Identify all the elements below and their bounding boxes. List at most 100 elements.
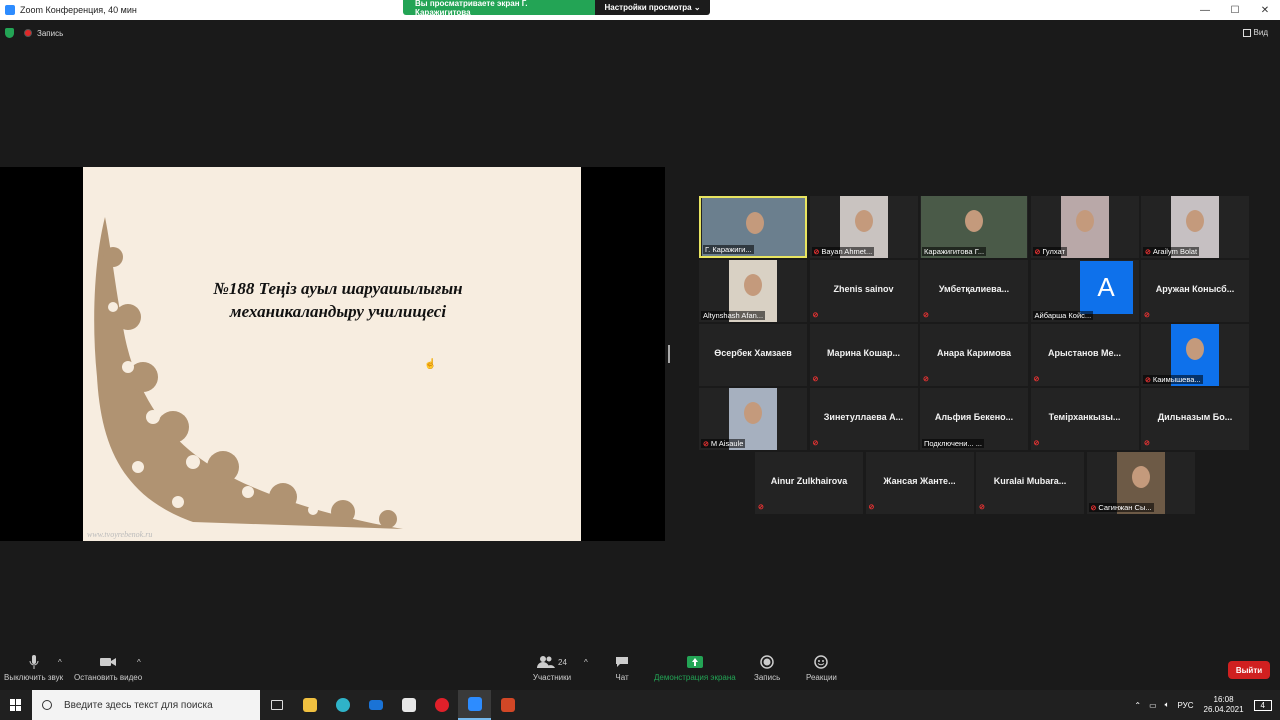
participant-name: Темірханкызы... [1048,412,1121,422]
participant-tile[interactable]: Kuralai Mubara... ⊘ [976,452,1084,514]
participants-caret-icon[interactable]: ^ [584,658,588,667]
participant-tile[interactable]: Марина Кошар... ⊘ [809,324,918,386]
participant-name: Ainur Zulkhairova [770,476,848,486]
participant-tile[interactable]: Каражигитова Г... [920,196,1028,258]
participant-tile[interactable]: ⊘ Arailym Bolat [1141,196,1249,258]
participant-name: Аружан Конысб... [1155,284,1235,294]
participant-name: Өсербек Хамзаев [714,348,792,358]
ornament-decoration [94,217,404,529]
record-button[interactable]: Запись [754,654,780,682]
opera-browser-icon[interactable] [425,690,458,720]
clock[interactable]: 16:08 26.04.2021 [1204,695,1244,715]
participants-label: Участники [532,673,572,682]
participant-tile[interactable]: ⊘ Bayan Ahmet... [809,196,918,258]
participant-tile[interactable]: Зинетуллаева А... ⊘ [809,388,918,450]
store-icon[interactable] [392,690,425,720]
chat-button[interactable]: Чат [614,654,630,682]
slide-watermark: www.tvoyrebenok.ru [87,530,153,539]
recording-label: Запись [37,28,64,38]
panel-splitter[interactable] [668,345,670,363]
participant-caption: Г. Каражиги... [703,245,754,254]
mute-button[interactable]: Выключить звук [4,654,63,682]
participant-caption: ⊘ Гулхат [1032,247,1068,256]
edge-browser-icon[interactable] [326,690,359,720]
task-view-icon[interactable] [260,690,293,720]
participant-tile[interactable]: A Айбарша Койс... [1030,260,1139,322]
participant-tile[interactable]: Altynshash Afan... [699,260,807,322]
leave-button[interactable]: Выйти [1228,661,1270,679]
share-screen-icon [686,654,703,670]
participant-tile[interactable]: Өсербек Хамзаев [699,324,807,386]
participant-face [854,210,873,232]
view-options-button[interactable]: Настройки просмотра ⌄ [595,0,710,15]
participant-tile[interactable]: Жансая Жанте... ⊘ [865,452,974,514]
share-screen-label: Демонстрация экрана [654,673,736,682]
zoom-taskbar-icon[interactable] [458,690,491,720]
muted-mic-icon: ⊘ [1033,440,1040,447]
network-icon[interactable]: ▭ [1149,701,1157,710]
shared-screen[interactable]: №188 Теңіз ауыл шаруашылығын механикалан… [0,167,665,541]
powerpoint-icon[interactable] [491,690,524,720]
muted-mic-icon: ⊘ [813,248,820,256]
muted-mic-icon: ⊘ [812,376,819,383]
record-label: Запись [754,673,781,682]
participant-tile[interactable]: Арыстанов Ме... ⊘ [1030,324,1139,386]
muted-mic-icon: ⊘ [758,504,764,511]
participant-caption-text: Bayan Ahmet... [821,247,873,256]
minimize-button[interactable]: — [1190,0,1220,20]
participant-caption: ⊘ Arailym Bolat [1143,247,1200,256]
participant-tile[interactable]: Темірханкызы... ⊘ [1030,388,1139,450]
participant-tile[interactable]: Анара Каримова ⊘ [920,324,1028,386]
participant-tile[interactable]: ⊘ M Aisaule [699,388,807,450]
participants-count: 24 [558,657,567,667]
reactions-button[interactable]: Реакции [806,654,837,682]
participant-caption: ⊘ Bayan Ahmet... [811,247,875,256]
muted-mic-icon: ⊘ [923,312,929,319]
participant-tile[interactable]: ⊘ Каимышева... [1141,324,1249,386]
share-banner: Вы просматриваете экран Г. Каражигитова … [403,0,710,17]
tray-chevron-icon[interactable]: ⌃ [1134,701,1141,710]
participant-tile[interactable]: Zhenis sainov ⊘ [809,260,918,322]
reactions-label: Реакции [806,673,837,682]
participant-face [744,402,762,424]
notifications-count: 4 [1260,700,1265,710]
participant-name: Марина Кошар... [826,348,901,358]
muted-mic-icon: ⊘ [1145,248,1151,256]
taskbar-search[interactable]: Введите здесь текст для поиска [32,690,260,720]
participant-tile[interactable]: Альфия Бекено... Подключени... ... [920,388,1028,450]
participants-button[interactable]: 24 Участники [532,654,572,682]
participant-tile[interactable]: Аружан Конысб... ⊘ [1141,260,1249,322]
participant-tile[interactable]: ⊘ Гулхат [1030,196,1139,258]
record-icon [759,654,775,670]
participant-caption: Altynshash Afan... [701,311,766,320]
file-explorer-icon[interactable] [293,690,326,720]
participant-name: Жансая Жанте... [883,476,956,486]
maximize-button[interactable]: ☐ [1220,0,1250,20]
participant-name: Умбетқалиева... [938,284,1010,294]
window-title: Zoom Конференция, 40 мин [20,5,137,15]
microphone-icon [26,654,42,670]
search-placeholder: Введите здесь текст для поиска [64,699,213,711]
participant-tile[interactable]: Г. Каражиги... [699,196,807,258]
participant-tile[interactable]: Дильназым Бо... ⊘ [1141,388,1249,450]
stop-video-button[interactable]: Остановить видео [74,654,142,682]
participant-tile[interactable]: ⊘ Сагинжан Сы... [1086,452,1195,514]
participant-tile[interactable]: Ainur Zulkhairova ⊘ [755,452,863,514]
language-indicator[interactable]: РУС [1177,701,1193,710]
notifications-icon[interactable]: 4 [1253,699,1272,711]
participant-face [1075,210,1094,232]
audio-options-caret-icon[interactable]: ^ [58,658,62,667]
volume-icon[interactable]: 🔈︎ [1165,700,1170,710]
view-button[interactable]: Вид [1242,28,1268,37]
security-shield-icon[interactable] [5,28,14,38]
share-screen-button[interactable]: Демонстрация экрана [654,654,736,682]
start-button[interactable] [0,690,32,720]
mute-label: Выключить звук [4,673,64,682]
participant-caption: ⊘ M Aisaule [701,439,746,448]
participant-tile[interactable]: Умбетқалиева... ⊘ [920,260,1028,322]
hand-cursor-icon: ☝ [424,359,437,370]
mail-icon[interactable] [359,690,392,720]
video-options-caret-icon[interactable]: ^ [137,658,141,667]
close-button[interactable]: ✕ [1250,0,1280,20]
participant-face [1131,466,1150,488]
